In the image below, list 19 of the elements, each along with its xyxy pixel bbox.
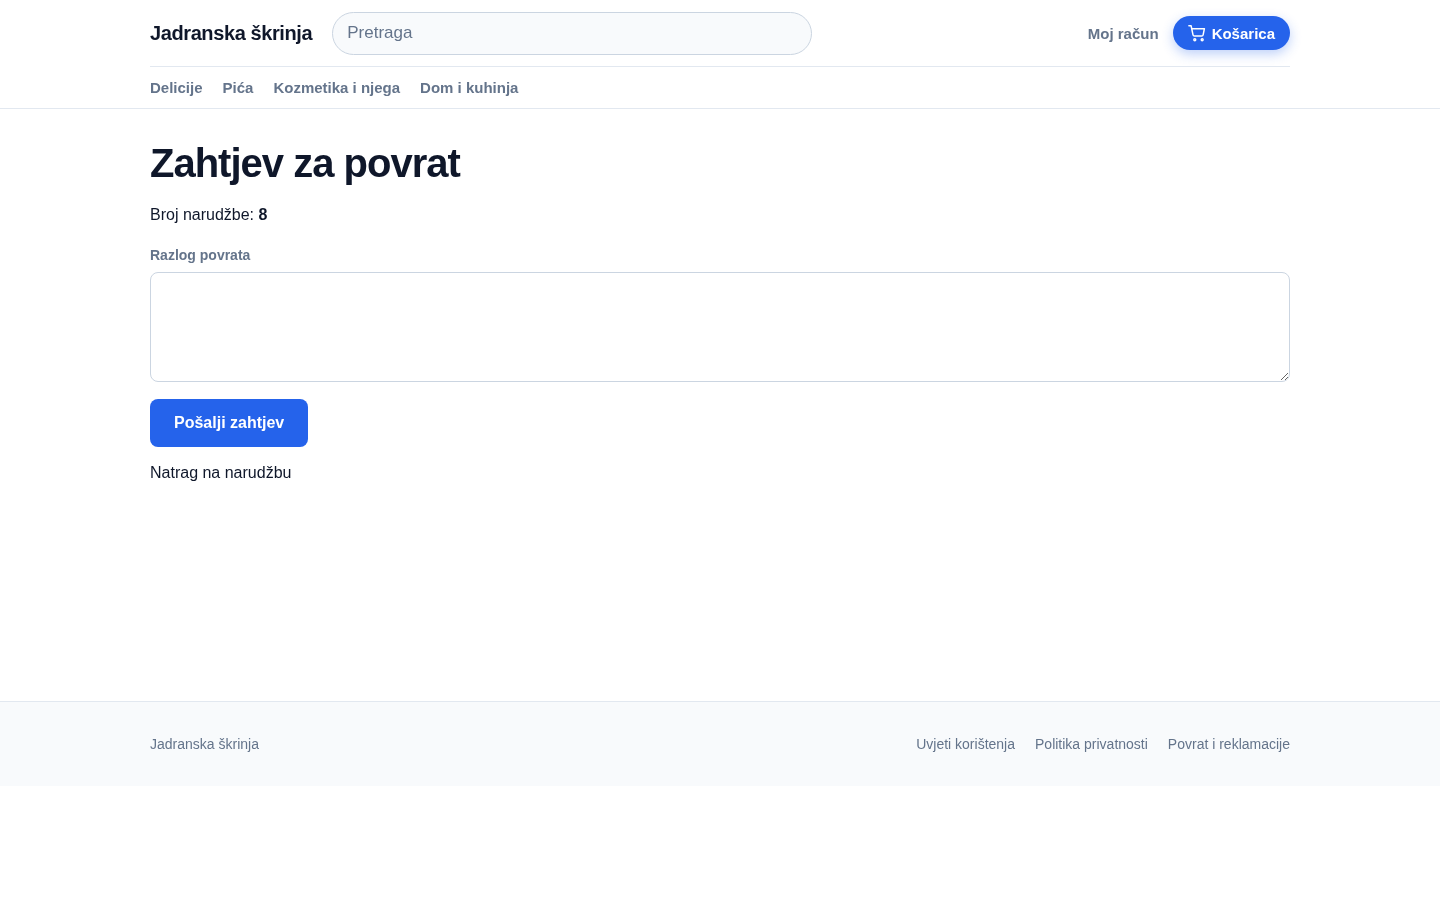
page-title: Zahtjev za povrat — [150, 141, 462, 185]
site-logo[interactable]: Jadranska škrinja — [150, 21, 313, 45]
category-link[interactable]: Pića — [222, 79, 254, 96]
category-link[interactable]: Delicije — [150, 79, 203, 96]
footer-link[interactable]: Uvjeti korištenja — [916, 736, 1015, 752]
footer-link[interactable]: Povrat i reklamacije — [1167, 736, 1290, 752]
footer-link[interactable]: Politika privatnosti — [1035, 736, 1148, 752]
reason-textarea[interactable] — [150, 272, 1290, 382]
category-link[interactable]: Dom i kuhinja — [420, 79, 519, 96]
submit-button[interactable]: Pošalji zahtjev — [150, 399, 309, 447]
search-field[interactable]: Pretraga — [332, 11, 813, 55]
field-label: Razlog povrata — [150, 246, 252, 265]
category-link[interactable]: Kozmetika i njega — [273, 79, 401, 96]
order-number: Broj narudžbe: 8 — [150, 205, 269, 225]
footer-brand: Jadranska škrinja — [150, 736, 259, 752]
cart-icon — [1187, 24, 1206, 42]
account-link[interactable]: Moj račun — [1087, 24, 1159, 42]
back-link[interactable]: Natrag na narudžbu — [150, 464, 292, 482]
cart-button[interactable]: Košarica — [1172, 16, 1290, 50]
